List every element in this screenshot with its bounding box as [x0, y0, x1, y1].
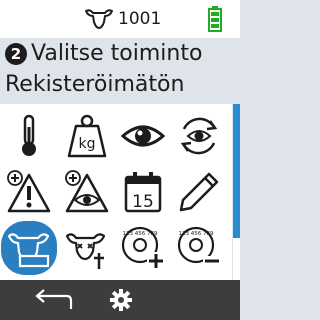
- calendar-day-label: 15: [132, 192, 154, 212]
- page-title: Valitse toiminto: [31, 41, 203, 66]
- action-thermometer[interactable]: [2, 110, 56, 162]
- tag-add-icon: 123 456 789: [121, 226, 165, 270]
- calendar-icon: 15: [124, 172, 162, 213]
- cow-card-icon: [7, 233, 50, 268]
- action-grid: kg 15 123 456 789 123 456 789: [0, 104, 232, 280]
- tag-remove-number: 123 456 789: [179, 231, 214, 237]
- action-reobserve[interactable]: [172, 110, 226, 162]
- cow-death-icon: [65, 233, 106, 269]
- cow-id-number: 1001: [118, 9, 162, 29]
- action-warning-add[interactable]: [2, 166, 56, 218]
- weight-kg-icon: kg: [67, 114, 107, 158]
- back-arrow-icon: [35, 289, 73, 309]
- scrollbar-track[interactable]: [233, 238, 240, 280]
- eye-icon: [120, 125, 166, 147]
- cow-head-icon: [85, 9, 113, 29]
- thermometer-icon: [22, 114, 36, 156]
- warning-plus-icon: [7, 170, 51, 213]
- eye-repeat-icon: [180, 117, 218, 155]
- action-tag-remove[interactable]: 123 456 789: [172, 222, 226, 274]
- bottom-bar: [0, 280, 240, 320]
- action-observe-warning[interactable]: [60, 166, 114, 218]
- eye-warning-plus-icon: [65, 170, 109, 213]
- status-bar: 1001: [0, 0, 240, 38]
- scrollbar-thumb[interactable]: [233, 104, 240, 238]
- cow-id: 1001: [84, 7, 161, 31]
- action-calendar[interactable]: 15: [116, 166, 170, 218]
- tag-add-number: 123 456 789: [123, 231, 158, 237]
- settings-button[interactable]: [104, 284, 138, 316]
- battery-full-icon: [208, 6, 222, 32]
- page-subtitle: Rekisteröimätön: [5, 72, 185, 97]
- action-weight[interactable]: kg: [60, 110, 114, 162]
- action-edit[interactable]: [172, 166, 226, 218]
- action-tag-add[interactable]: 123 456 789: [116, 222, 170, 274]
- back-button[interactable]: [28, 284, 78, 316]
- step-badge: 2: [5, 43, 27, 65]
- action-observe[interactable]: [116, 110, 170, 162]
- tag-remove-icon: 123 456 789: [177, 226, 221, 266]
- weight-kg-label: kg: [79, 136, 96, 152]
- page-header: 2 Valitse toiminto Rekisteröimätön: [0, 38, 240, 104]
- action-cow-card[interactable]: [1, 221, 57, 275]
- gear-icon: [110, 289, 132, 311]
- action-cow-death[interactable]: [60, 222, 114, 274]
- pencil-icon: [179, 172, 219, 212]
